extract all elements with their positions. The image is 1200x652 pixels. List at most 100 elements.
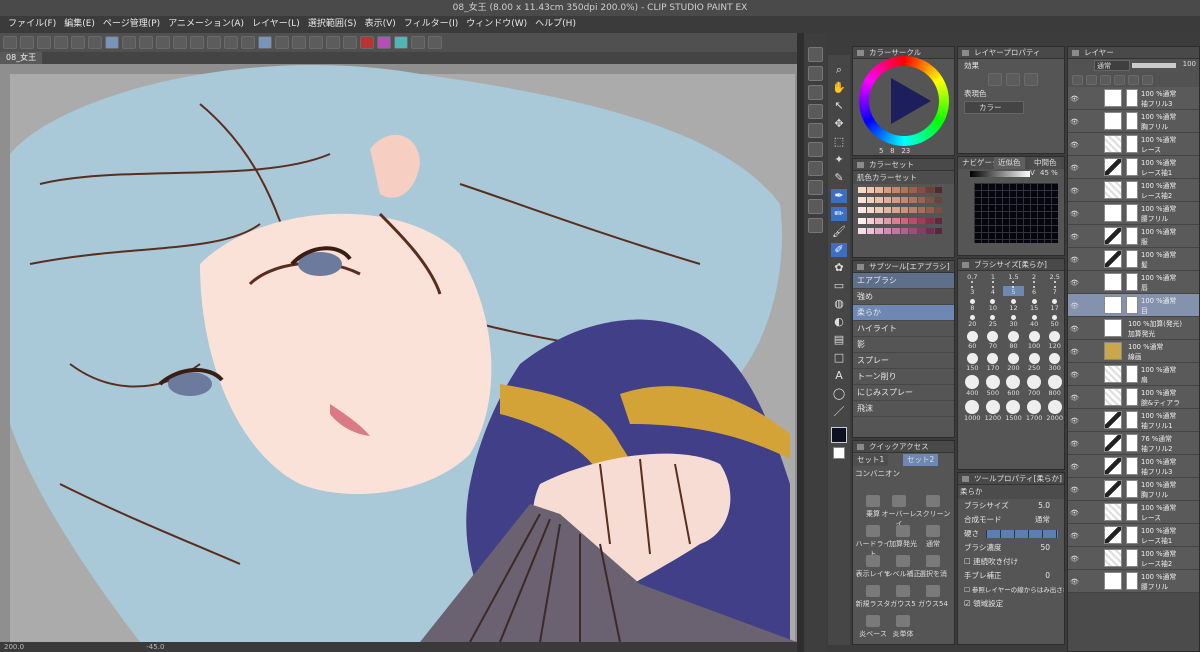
brush-size-option[interactable]: 2 <box>1024 273 1045 283</box>
document-tab[interactable]: 08_女王 <box>0 52 43 64</box>
text-tool-icon[interactable]: A <box>831 369 847 383</box>
brush-tool-icon[interactable]: 🖌 <box>831 225 847 239</box>
visibility-eye-icon[interactable]: 👁 <box>1070 279 1079 287</box>
layer-row[interactable]: 👁 100 %通常扇 <box>1068 363 1199 386</box>
fill-tool-icon[interactable]: ◐ <box>831 315 847 329</box>
close-panel-icon[interactable] <box>807 85 823 100</box>
hand-tool-icon[interactable]: ✋ <box>831 81 847 95</box>
value-slider[interactable] <box>970 171 1030 177</box>
brush-size-option[interactable]: 200 <box>1003 353 1024 372</box>
color-swatch[interactable] <box>900 227 908 234</box>
color-swatch[interactable] <box>917 207 925 214</box>
qa-normal-button[interactable]: 通常 <box>913 523 953 553</box>
pen-tool-icon[interactable]: ✒ <box>831 189 847 203</box>
color-swatch[interactable] <box>934 187 942 193</box>
color-swatch[interactable] <box>917 197 925 204</box>
color-swatch[interactable] <box>909 227 917 234</box>
blend-mode-value[interactable]: 通常 <box>1035 513 1050 527</box>
main-color-swatch[interactable] <box>831 427 847 443</box>
crop-icon[interactable] <box>139 36 153 49</box>
color-swatch[interactable] <box>926 187 934 193</box>
brush-size-option[interactable]: 250 <box>1024 353 1045 372</box>
brush-size-option[interactable]: 15 <box>1024 299 1045 312</box>
auto-action-icon[interactable] <box>807 180 823 195</box>
eraser-tool-icon[interactable]: ▭ <box>831 279 847 293</box>
show-selection-icon[interactable] <box>258 36 272 49</box>
subtool-item[interactable]: トーン削り <box>853 369 954 385</box>
color-swatch[interactable] <box>866 197 874 204</box>
menu-layer[interactable]: レイヤー(L) <box>248 16 304 33</box>
brush-size-option[interactable]: 150 <box>962 353 983 372</box>
help-icon[interactable] <box>428 36 442 49</box>
move-layer-icon[interactable]: ✥ <box>831 117 847 131</box>
border-effect-icon[interactable] <box>988 73 1002 86</box>
quick-access-tab[interactable]: セット1 <box>853 454 889 466</box>
panel-divider[interactable] <box>797 33 804 652</box>
layer-search-icon[interactable] <box>807 199 823 214</box>
eyedropper-icon[interactable]: ✎ <box>831 171 847 185</box>
figure-tool-icon[interactable]: □ <box>831 351 847 365</box>
color-swatch[interactable] <box>875 227 883 234</box>
menu-view[interactable]: 表示(V) <box>361 16 400 33</box>
layer-opacity-slider[interactable] <box>1132 63 1176 68</box>
hardness-row[interactable]: 硬さ <box>958 527 1064 541</box>
stabilization-row[interactable]: 手ブレ補正 0 <box>958 569 1064 583</box>
menu-selection[interactable]: 選択範囲(S) <box>304 16 361 33</box>
layer-color-icon[interactable] <box>1024 73 1038 86</box>
brush-size-option[interactable]: 80 <box>1003 331 1024 350</box>
brush-size-option[interactable]: 5 <box>1003 286 1024 296</box>
layer-row[interactable]: 👁 100 %通常 袖フリル3 <box>1068 87 1199 110</box>
color-wheel[interactable] <box>859 56 949 146</box>
color-swatch[interactable] <box>934 227 942 234</box>
color-swatch[interactable] <box>858 217 866 224</box>
visibility-eye-icon[interactable]: 👁 <box>1070 578 1079 586</box>
brush-size-option[interactable]: 17 <box>1044 299 1064 312</box>
color-swatch[interactable] <box>883 197 891 204</box>
sub-color-swatch[interactable] <box>833 447 845 459</box>
layer-row[interactable]: 👁 100 %通常服 <box>1068 225 1199 248</box>
color-swatch[interactable] <box>892 207 900 214</box>
layer-opacity-value[interactable]: 100 <box>1183 60 1196 68</box>
layer-row[interactable]: 👁 100 %通常 レース袖2 <box>1068 547 1199 570</box>
color-swatch[interactable] <box>875 187 883 193</box>
loading-icon[interactable] <box>156 36 170 49</box>
subtool-item[interactable]: 影 <box>853 337 954 353</box>
color-swatch[interactable] <box>875 207 883 214</box>
clear-icon[interactable] <box>173 36 187 49</box>
brush-size-value[interactable]: 5.0 <box>1038 499 1050 513</box>
menu-page[interactable]: ページ管理(P) <box>99 16 164 33</box>
clip-layer-icon[interactable] <box>1072 75 1083 85</box>
history-panel-icon[interactable] <box>807 104 823 119</box>
record-icon[interactable] <box>360 36 374 49</box>
color-swatch[interactable] <box>858 187 866 193</box>
subtool-item[interactable]: スプレー <box>853 353 954 369</box>
color-swatch[interactable] <box>900 197 908 204</box>
color-swatch[interactable] <box>934 197 942 204</box>
brush-size-option[interactable]: 12 <box>1003 299 1024 312</box>
subtool-item-selected[interactable]: 柔らか <box>853 305 954 321</box>
color-swatch[interactable] <box>917 217 925 224</box>
item-bank-icon[interactable] <box>807 161 823 176</box>
brush-size-option[interactable]: 7 <box>1044 286 1064 296</box>
pencil-tool-icon[interactable]: ✏ <box>831 207 847 221</box>
color-swatch[interactable] <box>858 227 866 234</box>
layer-row[interactable]: 👁 100 %通常 胸フリル <box>1068 478 1199 501</box>
brush-size-option[interactable]: 8 <box>962 299 983 312</box>
auto-select-icon[interactable]: ✦ <box>831 153 847 167</box>
color-swatch[interactable] <box>917 227 925 234</box>
approx-color-grid[interactable] <box>974 183 1058 243</box>
color-swatch[interactable] <box>892 227 900 234</box>
layer-row[interactable]: 👁 100 %通常 胸フリル <box>1068 110 1199 133</box>
brush-size-option[interactable]: 170 <box>983 353 1004 372</box>
brush-size-option[interactable]: 1700 <box>1024 400 1045 422</box>
save-icon[interactable] <box>37 36 51 49</box>
redo-icon[interactable] <box>122 36 136 49</box>
visibility-eye-icon[interactable]: 👁 <box>1070 325 1079 333</box>
layer-row[interactable]: 👁 76 %通常 袖フリル2 <box>1068 432 1199 455</box>
color-swatch[interactable] <box>883 217 891 224</box>
color-swatch[interactable] <box>900 207 908 214</box>
brush-size-option[interactable]: 1000 <box>962 400 983 422</box>
color-swatch[interactable] <box>909 217 917 224</box>
deselect-icon[interactable] <box>224 36 238 49</box>
brush-size-option[interactable]: 300 <box>1044 353 1064 372</box>
